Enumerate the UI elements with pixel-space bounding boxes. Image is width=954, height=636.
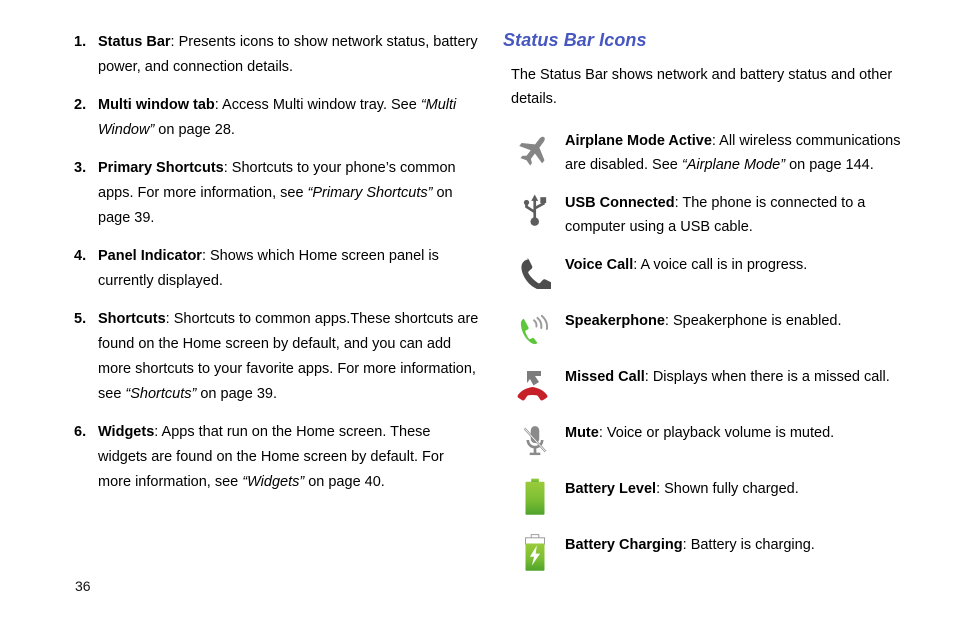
list-marker: 2. xyxy=(74,97,87,113)
icon-description: Airplane Mode Active: All wireless commu… xyxy=(565,125,912,177)
cross-reference: “Shortcuts” xyxy=(125,386,197,402)
cross-reference: “Airplane Mode” xyxy=(681,157,786,173)
cross-reference: “Widgets” xyxy=(242,474,305,490)
list-body-after: on page 39. xyxy=(196,386,277,402)
icon-row: Mute: Voice or playback volume is muted. xyxy=(505,417,912,463)
airplane-icon xyxy=(519,136,545,166)
icon-term: Mute xyxy=(565,425,599,441)
list-text: Status Bar: Presents icons to show netwo… xyxy=(98,30,480,80)
left-column: 1. Status Bar: Presents icons to show ne… xyxy=(68,30,480,508)
icon-description: Battery Charging: Battery is charging. xyxy=(565,529,912,557)
status-bar-icon-list: Airplane Mode Active: All wireless commu… xyxy=(505,125,912,575)
icon-term: Battery Level xyxy=(565,481,657,497)
icon-row: USB Connected: The phone is connected to… xyxy=(505,187,912,239)
list-text: Primary Shortcuts: Shortcuts to your pho… xyxy=(98,156,480,231)
document-page: 1. Status Bar: Presents icons to show ne… xyxy=(0,0,954,636)
list-term: Panel Indicator xyxy=(98,248,202,264)
list-body: : Access Multi window tray. See xyxy=(214,97,421,113)
icon-cell xyxy=(505,125,565,171)
list-body-after: on page 28. xyxy=(154,122,235,138)
icon-row: Battery Charging: Battery is charging. xyxy=(505,529,912,575)
list-term: Primary Shortcuts xyxy=(98,160,224,176)
list-text: Widgets: Apps that run on the Home scree… xyxy=(98,420,480,495)
icon-body: : Shown fully charged. xyxy=(656,481,799,497)
list-marker: 3. xyxy=(74,160,87,176)
icon-term: Missed Call xyxy=(565,369,645,385)
section-intro: The Status Bar shows network and battery… xyxy=(511,67,893,107)
mute-icon xyxy=(523,426,547,456)
icon-body-after: on page 144. xyxy=(785,157,874,173)
icon-cell xyxy=(505,473,565,519)
icon-term: Battery Charging xyxy=(565,537,683,553)
icon-cell xyxy=(505,529,565,575)
list-term: Shortcuts xyxy=(98,311,166,327)
icon-cell xyxy=(505,417,565,463)
right-column: Status Bar Icons The Status Bar shows ne… xyxy=(500,30,912,585)
icon-body: : Displays when there is a missed call. xyxy=(644,369,890,385)
icon-body: : A voice call is in progress. xyxy=(633,257,808,273)
icon-term: Voice Call xyxy=(565,257,634,273)
missed-call-icon xyxy=(517,371,548,401)
list-marker: 4. xyxy=(74,248,87,264)
list-text: Shortcuts: Shortcuts to common apps.Thes… xyxy=(98,307,480,407)
page-number: 36 xyxy=(75,578,91,594)
icon-body: : Battery is charging. xyxy=(682,537,815,553)
battery-level-icon xyxy=(525,478,545,515)
icon-row: Speakerphone: Speakerphone is enabled. xyxy=(505,305,912,351)
list-item: 3. Primary Shortcuts: Shortcuts to your … xyxy=(68,156,480,231)
cross-reference: “Primary Shortcuts” xyxy=(307,185,433,201)
icon-description: Voice Call: A voice call is in progress. xyxy=(565,249,912,277)
icon-body: : Speakerphone is enabled. xyxy=(664,313,842,329)
list-item: 6. Widgets: Apps that run on the Home sc… xyxy=(68,420,480,495)
list-term: Multi window tab xyxy=(98,97,215,113)
list-marker: 5. xyxy=(74,311,87,327)
voice-call-icon xyxy=(521,258,551,289)
icon-row: Airplane Mode Active: All wireless commu… xyxy=(505,125,912,177)
speakerphone-icon xyxy=(520,314,549,345)
icon-description: Missed Call: Displays when there is a mi… xyxy=(565,361,912,389)
list-text: Multi window tab: Access Multi window tr… xyxy=(98,93,480,143)
icon-cell xyxy=(505,305,565,351)
icon-description: Speakerphone: Speakerphone is enabled. xyxy=(565,305,912,333)
list-term: Status Bar xyxy=(98,34,171,50)
icon-description: USB Connected: The phone is connected to… xyxy=(565,187,912,239)
icon-cell xyxy=(505,249,565,295)
usb-icon xyxy=(523,194,547,226)
section-heading: Status Bar Icons xyxy=(503,30,647,50)
list-item: 4. Panel Indicator: Shows which Home scr… xyxy=(68,244,480,294)
list-marker: 6. xyxy=(74,424,87,440)
list-term: Widgets xyxy=(98,424,155,440)
list-text: Panel Indicator: Shows which Home screen… xyxy=(98,244,480,294)
icon-cell xyxy=(505,187,565,233)
icon-description: Mute: Voice or playback volume is muted. xyxy=(565,417,912,445)
icon-term: USB Connected xyxy=(565,195,675,211)
icon-row: Battery Level: Shown fully charged. xyxy=(505,473,912,519)
icon-row: Voice Call: A voice call is in progress. xyxy=(505,249,912,295)
icon-cell xyxy=(505,361,565,407)
icon-term: Airplane Mode Active xyxy=(565,133,712,149)
list-marker: 1. xyxy=(74,34,87,50)
icon-body: : Voice or playback volume is muted. xyxy=(598,425,835,441)
icon-term: Speakerphone xyxy=(565,313,665,329)
list-body-after: on page 40. xyxy=(304,474,385,490)
battery-charging-icon xyxy=(525,534,545,571)
icon-row: Missed Call: Displays when there is a mi… xyxy=(505,361,912,407)
list-item: 2. Multi window tab: Access Multi window… xyxy=(68,93,480,143)
list-item: 5. Shortcuts: Shortcuts to common apps.T… xyxy=(68,307,480,407)
list-item: 1. Status Bar: Presents icons to show ne… xyxy=(68,30,480,80)
icon-description: Battery Level: Shown fully charged. xyxy=(565,473,912,501)
